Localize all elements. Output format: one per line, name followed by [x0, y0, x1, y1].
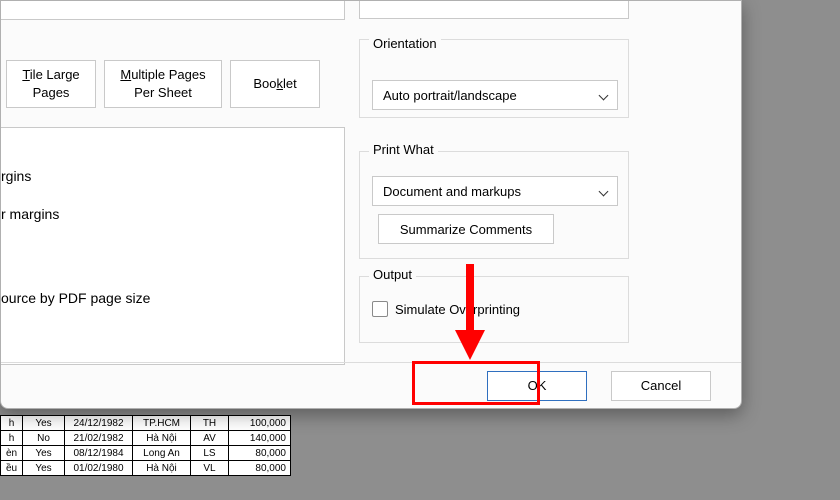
pdf-page-size-text: ource by PDF page size	[1, 290, 150, 306]
orientation-dropdown[interactable]: Auto portrait/landscape	[372, 80, 618, 110]
background-spreadsheet: hYes24/12/1982TP.HCMTH100,000hNo21/02/19…	[0, 415, 291, 476]
summarize-comments-button[interactable]: Summarize Comments	[378, 214, 554, 244]
printer-margins-text: r margins	[1, 206, 59, 222]
booklet-button[interactable]: Booklet	[230, 60, 320, 108]
cancel-button[interactable]: Cancel	[611, 371, 711, 401]
simulate-overprinting-checkbox[interactable]	[372, 301, 388, 317]
table-row: hYes24/12/1982TP.HCMTH100,000	[1, 416, 291, 431]
table-row: hNo21/02/1982Hà NộiAV140,000	[1, 431, 291, 446]
margins-text: rgins	[1, 168, 31, 184]
print-what-group: Document and markups Summarize Comments …	[359, 151, 629, 259]
print-what-dropdown[interactable]: Document and markups	[372, 176, 618, 206]
output-group: Simulate Overprinting Output	[359, 276, 629, 343]
chevron-down-icon	[599, 90, 609, 100]
chevron-down-icon	[599, 186, 609, 196]
print-dialog: Tile LargePages Multiple PagesPer Sheet …	[0, 0, 742, 409]
output-label: Output	[369, 267, 416, 282]
table-row: ềuYes01/02/1980Hà NộiVL80,000	[1, 461, 291, 476]
left-options-panel: rgins r margins ource by PDF page size	[1, 127, 345, 365]
print-what-label: Print What	[369, 142, 438, 157]
simulate-overprinting-label: Simulate Overprinting	[395, 302, 520, 317]
multiple-pages-per-sheet-button[interactable]: Multiple PagesPer Sheet	[104, 60, 222, 108]
upper-right-pane-edge	[359, 1, 629, 19]
orientation-label: Orientation	[369, 36, 441, 51]
orientation-value: Auto portrait/landscape	[383, 88, 517, 103]
simulate-overprinting-option[interactable]: Simulate Overprinting	[372, 301, 616, 317]
table-row: ènYes08/12/1984Long AnLS80,000	[1, 446, 291, 461]
tile-large-pages-button[interactable]: Tile LargePages	[6, 60, 96, 108]
preview-pane-edge	[1, 1, 345, 20]
orientation-group: Auto portrait/landscape Orientation	[359, 39, 629, 118]
print-what-value: Document and markups	[383, 184, 521, 199]
ok-button[interactable]: OK	[487, 371, 587, 401]
dialog-action-row: OK Cancel	[1, 362, 741, 408]
